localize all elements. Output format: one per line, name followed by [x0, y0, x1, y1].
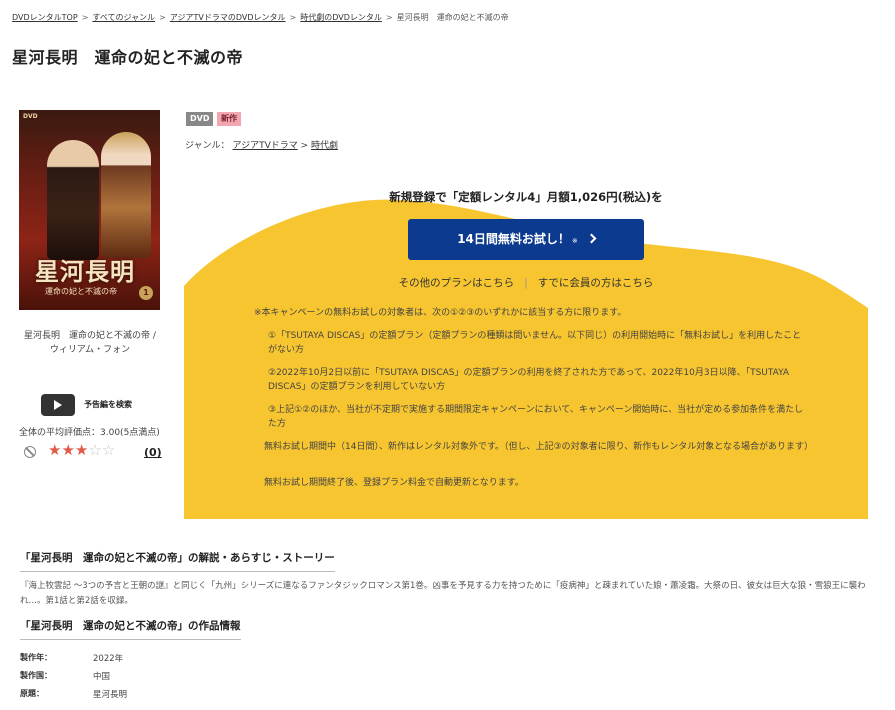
- member-login-link[interactable]: すでに会員の方はこちら: [538, 277, 654, 289]
- info-value-original-title: 星河長明: [93, 690, 128, 700]
- cover-title-text: 星河長明: [35, 257, 135, 286]
- genre-link-period-drama[interactable]: 時代劇: [311, 141, 338, 151]
- breadcrumb-link-asia-tv-drama[interactable]: アジアTVドラマのDVDレンタル: [170, 13, 286, 22]
- breadcrumb-link-top[interactable]: DVDレンタルTOP: [12, 13, 78, 22]
- plan-links-divider: |: [524, 277, 528, 289]
- campaign-condition-2: ②2022年10月2日以前に「TSUTAYA DISCAS」の定額プランの利用を…: [268, 368, 790, 392]
- info-label-production-year: 製作年：: [20, 653, 52, 662]
- other-plans-link[interactable]: その他のプランはこちら: [399, 277, 515, 289]
- synopsis-text: 『海上牧雲記 〜3つの予言と王朝の謎』と同じく「九州」シリーズに連なるファンタジ…: [20, 581, 866, 607]
- campaign-condition-3: ③上記①②のほか、当社が不定期で実施する期間限定キャンペーンにおいて、キャンペー…: [268, 405, 804, 429]
- breadcrumb-current: 星河長明 運命の妃と不滅の帝: [396, 13, 509, 22]
- play-icon: [54, 400, 62, 410]
- campaign-new-release-note: 無料お試し期間中（14日間）、新作はレンタル対象外です。（但し、上記③の対象者に…: [264, 442, 813, 452]
- dvd-badge: DVD: [186, 112, 214, 126]
- cover-caption: 星河長明 運命の妃と不滅の帝 / ウィリアム・フォン: [10, 329, 170, 358]
- prohibited-icon[interactable]: [24, 446, 36, 458]
- star-icon: ☆: [101, 441, 116, 459]
- genre-row: ジャンル： アジアTVドラマ > 時代劇: [185, 138, 338, 151]
- cover-image[interactable]: DVD 星河長明 運命の妃と不滅の帝 1: [19, 110, 160, 310]
- work-info-heading: 「星河長明 運命の妃と不滅の帝」の作品情報: [20, 618, 241, 640]
- campaign-condition-1: ①「TSUTAYA DISCAS」の定額プラン（定額プランの種類は問いません。以…: [268, 331, 802, 355]
- genre-link-asia-tv-drama[interactable]: アジアTVドラマ: [232, 141, 297, 151]
- breadcrumb: DVDレンタルTOP > すべてのジャンル > アジアTVドラマのDVDレンタル > 時代劇…: [12, 12, 509, 23]
- breadcrumb-link-period-drama[interactable]: 時代劇のDVDレンタル: [300, 13, 382, 22]
- cover-subtitle-text: 運命の妃と不滅の帝: [45, 287, 117, 296]
- info-value-production-year: 2022年: [93, 654, 124, 664]
- star-icon: ★: [61, 441, 75, 459]
- cover-caption-title: 星河長明 運命の妃と不滅の帝 /: [24, 331, 156, 341]
- breadcrumb-separator: >: [289, 13, 297, 22]
- rating-stars: ★★★☆☆: [48, 443, 115, 458]
- genre-label: ジャンル：: [185, 141, 230, 151]
- star-icon: ☆: [88, 441, 102, 459]
- star-icon: ★: [48, 441, 62, 459]
- average-rating: 全体の平均評価点：3.00(5点満点): [19, 425, 160, 438]
- page-title: 星河長明 運命の妃と不滅の帝: [12, 48, 244, 67]
- breadcrumb-link-all-genres[interactable]: すべてのジャンル: [92, 13, 155, 22]
- promo-headline: 新規登録で「定額レンタル4」月額1,026円(税込)を: [389, 190, 663, 204]
- chevron-right-icon: [586, 233, 597, 244]
- trailer-search-link[interactable]: 予告編を検索: [84, 399, 132, 410]
- free-trial-button-label: 14日間無料お試し！: [457, 232, 570, 246]
- info-label-production-country: 製作国：: [20, 671, 52, 680]
- campaign-auto-renew-note: 無料お試し期間終了後、登録プラン料金で自動更新となります。: [264, 478, 524, 488]
- cover-dvd-mark: DVD: [23, 113, 38, 120]
- info-value-production-country: 中国: [93, 672, 111, 682]
- breadcrumb-separator: >: [159, 13, 166, 22]
- free-trial-button[interactable]: 14日間無料お試し！ ※: [408, 219, 644, 260]
- review-count-link[interactable]: (0): [144, 446, 162, 459]
- info-label-original-title: 原題：: [20, 689, 44, 698]
- plan-links: その他のプランはこちら | すでに会員の方はこちら: [184, 275, 868, 290]
- average-rating-value: 3.00(5点満点): [100, 428, 160, 438]
- cover-caption-cast: ウィリアム・フォン: [49, 345, 131, 356]
- genre-separator: >: [300, 141, 309, 151]
- breadcrumb-separator: >: [385, 13, 393, 22]
- breadcrumb-separator: >: [81, 13, 89, 22]
- average-rating-label: 全体の平均評価点：: [19, 428, 101, 438]
- cover-volume-badge: 1: [139, 286, 153, 300]
- trailer-button[interactable]: [41, 394, 75, 416]
- cover-figure-woman: [101, 132, 151, 258]
- synopsis-heading: 「星河長明 運命の妃と不滅の帝」の解説・あらすじ・ストーリー: [20, 550, 335, 572]
- campaign-notice-intro: ※本キャンペーンの無料お試しの対象者は、次の①②③のいずれかに該当する方に限りま…: [254, 308, 627, 318]
- free-trial-button-note: ※: [571, 237, 578, 245]
- new-release-badge: 新作: [217, 112, 241, 126]
- star-icon: ★: [74, 441, 89, 459]
- cover-figure-man: [47, 140, 99, 260]
